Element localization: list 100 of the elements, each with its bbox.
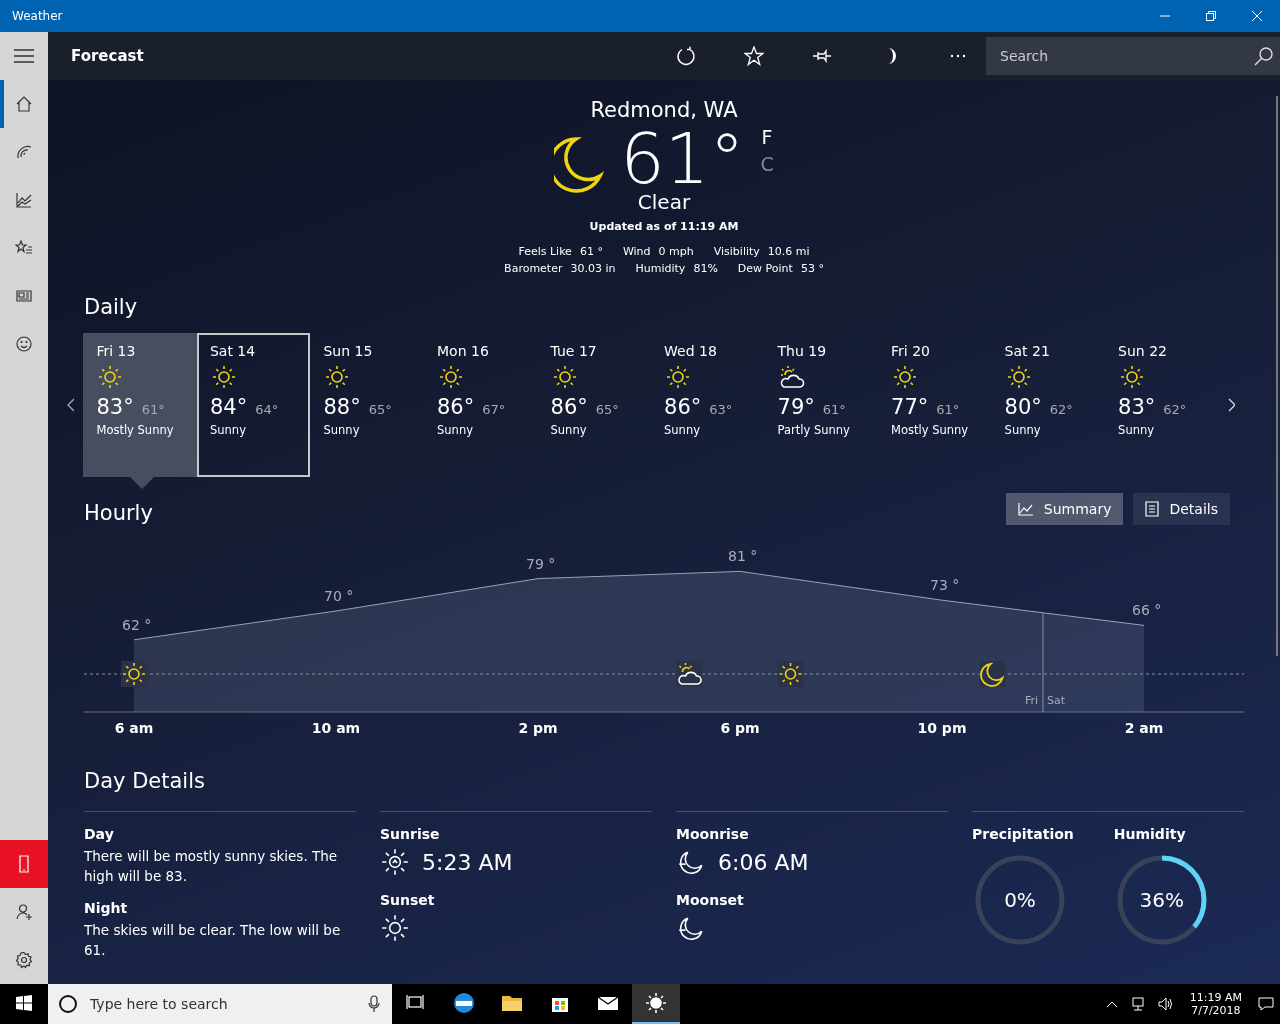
selection-pointer — [130, 477, 154, 489]
home-icon — [15, 95, 33, 113]
axis-label: 6 am — [114, 720, 154, 736]
detail-time: 5:23 AM — [422, 849, 513, 875]
person-add-icon — [15, 903, 33, 921]
page-title: Forecast — [70, 47, 145, 65]
axis-label: 2 pm — [518, 720, 558, 736]
detail-label: Wind — [622, 245, 651, 258]
window-title: Weather — [11, 9, 64, 23]
detail-heading: Night — [84, 900, 129, 916]
location-name: Redmond, WA — [590, 98, 738, 122]
day-forecast-card[interactable]: Sun 22 83° 62° Sunny — [1105, 333, 1219, 477]
view-tab[interactable]: Details — [1133, 493, 1230, 525]
network-icon[interactable] — [1129, 997, 1146, 1011]
taskbar-search-field[interactable]: Type here to search — [48, 984, 392, 1024]
axis-label: 10 am — [311, 720, 361, 736]
scrollbar[interactable] — [1276, 96, 1278, 656]
sun-cloud-icon — [676, 661, 703, 687]
detail-label: Barometer — [504, 262, 563, 275]
sun-icon — [380, 913, 410, 943]
day-label: Sat — [1047, 694, 1066, 707]
axis-label: 2 am — [1124, 720, 1164, 736]
day-forecast-card[interactable]: Mon 16 86° 67° Sunny — [424, 333, 538, 477]
clock-time[interactable]: 11:19 AM — [1189, 991, 1242, 1004]
circle-icon — [58, 994, 78, 1014]
sun-icon — [437, 363, 465, 391]
detail-value: 0 mph — [658, 245, 694, 258]
sun-taskbar-button[interactable] — [632, 984, 680, 1024]
temperature-label: 62 ° — [122, 616, 152, 633]
pin-icon[interactable] — [812, 46, 832, 66]
detail-label: Dew Point — [737, 262, 793, 275]
detail-value: 53 ° — [800, 262, 824, 275]
view-tab[interactable]: Summary — [1005, 493, 1124, 525]
moon-icon — [979, 661, 1006, 687]
unit-toggle[interactable]: F — [760, 124, 774, 151]
radar-icon — [15, 143, 33, 161]
temperature-label: 79 ° — [526, 555, 556, 572]
volume-icon[interactable] — [1157, 997, 1174, 1011]
detail-value: 61 ° — [579, 245, 603, 258]
places-icon — [15, 239, 33, 257]
detail-heading: Moonset — [676, 892, 745, 908]
day-forecast-card[interactable]: Sun 15 88° 65° Sunny — [310, 333, 424, 477]
menu-icon — [14, 49, 34, 63]
refresh-icon[interactable] — [676, 46, 696, 66]
line-chart-icon — [1017, 502, 1034, 516]
gauge-value: 0% — [1003, 888, 1037, 912]
taskbar-search-input[interactable]: Type here to search — [88, 995, 358, 1013]
detail-value: 10.6 mi — [767, 245, 810, 258]
detail-text: The skies will be clear. The low will be 61. — [84, 921, 342, 960]
axis-label: 10 pm — [917, 720, 967, 736]
detail-time: 6:06 AM — [718, 849, 809, 875]
temperature-label: 70 ° — [324, 588, 354, 604]
day-label: Fri — [1025, 694, 1039, 707]
sun-icon — [644, 991, 668, 1015]
unit-toggle[interactable]: C — [760, 151, 774, 178]
clock-date[interactable]: 7/7/2018 — [1191, 1004, 1241, 1017]
temperature-label: 66 ° — [1132, 602, 1162, 619]
detail-label: Feels Like — [518, 245, 572, 258]
gauge-value: 36% — [1138, 888, 1185, 912]
list-icon — [1145, 501, 1160, 517]
chart-icon — [15, 191, 33, 209]
day-forecast-card[interactable]: Wed 18 86° 63° Sunny — [651, 333, 765, 477]
search-field[interactable]: Search — [986, 37, 1280, 75]
updated-time: Updated as of 11:19 AM — [589, 220, 739, 233]
axis-label: 6 pm — [720, 720, 760, 736]
section-title: Daily — [84, 295, 139, 319]
microphone-icon[interactable] — [368, 995, 380, 1013]
restore-icon — [1206, 11, 1216, 21]
search-icon[interactable] — [1254, 46, 1274, 66]
star-icon[interactable] — [744, 46, 764, 66]
news-icon — [15, 287, 33, 305]
day-forecast-card[interactable]: Thu 19 79° 61° Partly Sunny — [764, 333, 879, 477]
sun-icon — [121, 661, 147, 687]
day-forecast-card[interactable]: Fri 20 77° 61° Mostly Sunny — [878, 333, 992, 477]
browser-icon — [452, 991, 476, 1015]
day-forecast-card[interactable]: Fri 13 83° 61° Mostly Sunny — [83, 333, 197, 477]
smiley-icon — [15, 335, 33, 353]
detail-value: 81% — [693, 262, 718, 275]
detail-heading: Moonrise — [676, 826, 750, 842]
section-title: Hourly — [84, 501, 153, 525]
detail-label: Humidity — [635, 262, 686, 275]
gauge-label: Humidity — [1113, 826, 1187, 842]
condition-text: Clear — [637, 190, 691, 214]
day-forecast-card[interactable]: Tue 17 86° 65° Sunny — [537, 333, 652, 477]
detail-label: Visibility — [713, 245, 760, 258]
notification-icon[interactable] — [1258, 996, 1274, 1012]
section-title: Day Details — [84, 769, 206, 793]
sun-icon — [380, 847, 410, 877]
search-input[interactable]: Search — [998, 47, 1254, 65]
close-icon — [1252, 11, 1262, 21]
detail-heading: Sunrise — [380, 826, 441, 842]
sun-icon — [777, 661, 804, 687]
day-forecast-card[interactable]: Sat 21 80° 62° Sunny — [991, 333, 1106, 477]
gauge-label: Precipitation — [972, 826, 1074, 842]
chevron-up-icon[interactable] — [1105, 1000, 1118, 1008]
windows-logo-icon — [16, 995, 32, 1011]
detail-value: 30.03 in — [570, 262, 616, 275]
detail-text: There will be mostly sunny skies. The high will be 83. — [84, 847, 339, 886]
moon-icon — [554, 136, 605, 196]
day-forecast-card[interactable]: Sat 14 84° 64° Sunny — [196, 333, 311, 477]
